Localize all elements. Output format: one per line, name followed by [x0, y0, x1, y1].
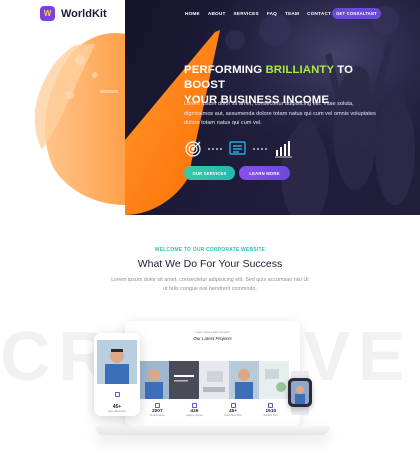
trophy-icon — [268, 403, 274, 408]
target-icon — [185, 141, 201, 157]
briefcase-icon — [154, 403, 160, 408]
phone-photo — [97, 340, 137, 384]
stat-team: 45+ Team Members — [224, 403, 242, 417]
our-services-button[interactable]: OUR SERVICES — [184, 166, 235, 180]
smartwatch-mockup — [288, 378, 312, 407]
watch-screen — [291, 381, 309, 404]
nav-item-about[interactable]: ABOUT — [208, 11, 226, 16]
stat-label: Project Done — [149, 414, 165, 417]
hero-description: Lorem ipsum dolor sit amet, consectetur … — [184, 101, 376, 126]
phone-screen: 45+ Team Members — [97, 340, 137, 413]
section-tagline: WELCOME TO OUR CORPORATE WEBSITE — [154, 247, 266, 253]
laptop-kicker: Lorem ipsum dolor sit amet — [195, 330, 230, 334]
laptop-photo-strip — [139, 361, 289, 399]
brand-name: WorldKit — [61, 7, 107, 20]
project-photo-2 — [169, 361, 199, 399]
laptop-base — [95, 426, 330, 435]
phone-stat-label: Team Members — [107, 410, 127, 413]
smile-icon — [191, 403, 197, 408]
stat-label: Awards Won — [263, 414, 279, 417]
laptop-stats: 2007 Project Done 426 Happy Clients 45+ … — [139, 403, 289, 417]
nav-item-faq[interactable]: FAQ — [267, 11, 277, 16]
stat-label: Happy Clients — [186, 414, 203, 417]
monitor-icon — [229, 141, 246, 155]
watch-band-bottom — [291, 406, 309, 415]
stat-awards: 1510 Awards Won — [263, 403, 279, 417]
phone-mockup: 45+ Team Members — [94, 333, 140, 416]
main-nav: HOME ABOUT SERVICES FAQ TEAM CONTACT — [185, 11, 331, 16]
stat-projects: 2007 Project Done — [150, 403, 165, 417]
learn-more-button[interactable]: LEARN MORE — [239, 166, 290, 180]
nav-item-services[interactable]: SERVICES — [234, 11, 259, 16]
project-photo-4 — [229, 361, 259, 399]
dots-connector-2 — [253, 148, 267, 150]
project-photo-3 — [199, 361, 229, 399]
nav-item-home[interactable]: HOME — [185, 11, 200, 16]
project-photo-5 — [259, 361, 289, 399]
laptop-mockup: Lorem ipsum dolor sit amet Our Latest Pr… — [125, 321, 300, 426]
hero-icons-row — [185, 141, 292, 158]
team-icon — [114, 392, 120, 397]
hero-title-pre: PERFORMING — [184, 64, 266, 76]
dots-connector-1 — [208, 148, 222, 150]
stat-label: Team Members — [224, 414, 242, 417]
section-description: Lorem ipsum dolor sit amet, consectetur … — [111, 277, 309, 292]
laptop-section-title: Our Latest Projects — [193, 336, 232, 341]
logo-mark-icon: W — [40, 6, 55, 21]
watch-photo — [291, 381, 309, 404]
laptop-header: Lorem ipsum dolor sit amet Our Latest Pr… — [125, 330, 300, 341]
nav-item-contact[interactable]: CONTACT — [307, 11, 331, 16]
section-title: What We Do For Your Success — [137, 258, 283, 270]
project-photo-1 — [139, 361, 169, 399]
team-icon — [230, 403, 236, 408]
bar-chart-icon — [275, 141, 292, 158]
nav-item-team[interactable]: TEAM — [285, 11, 299, 16]
hero-title-highlight: BRILLIANTY — [265, 64, 334, 76]
get-consultant-button[interactable]: GET CONSALTANT — [332, 8, 381, 19]
logo[interactable]: W WorldKit — [40, 6, 107, 21]
stat-clients: 426 Happy Clients — [186, 403, 203, 417]
